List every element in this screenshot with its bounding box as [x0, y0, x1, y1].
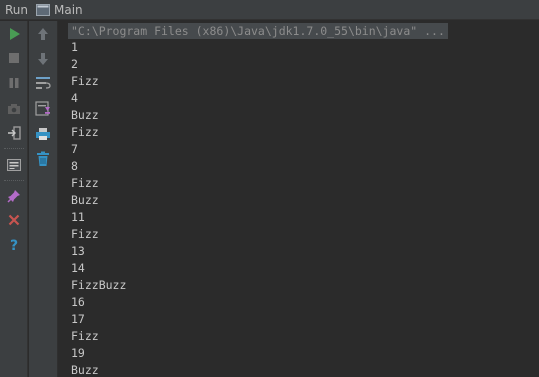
soft-wrap-icon — [36, 77, 51, 89]
next-occurrence-button[interactable] — [33, 49, 53, 69]
pin-tab-button[interactable] — [4, 186, 24, 206]
exit-icon — [8, 126, 21, 140]
output-line: 19 — [71, 346, 85, 360]
toolbar-separator — [4, 148, 24, 149]
stop-icon — [9, 53, 19, 63]
output-line: 7 — [71, 142, 78, 156]
output-line: 11 — [71, 210, 85, 224]
scroll-to-end-button[interactable] — [33, 99, 53, 119]
output-line: Fizz — [71, 176, 99, 190]
output-line: FizzBuzz — [71, 278, 127, 292]
rerun-button[interactable] — [4, 24, 24, 44]
settings-icon — [7, 159, 21, 171]
previous-occurrence-button[interactable] — [33, 24, 53, 44]
console-output-panel[interactable]: "C:\Program Files (x86)\Java\jdk1.7.0_55… — [59, 21, 539, 377]
print-button[interactable] — [33, 124, 53, 144]
application-tab-icon — [36, 3, 51, 16]
scroll-to-end-icon — [35, 101, 50, 116]
program-output: 1 2 Fizz 4 Buzz Fizz 7 8 Fizz Buzz 11 Fizz 13 14 FizzB… — [71, 39, 126, 377]
close-button[interactable] — [4, 210, 24, 230]
output-line: 1 — [71, 40, 78, 54]
settings-button[interactable] — [4, 155, 24, 175]
soft-wrap-button[interactable] — [33, 73, 53, 93]
output-line: Fizz — [71, 74, 99, 88]
arrow-down-icon — [38, 53, 48, 65]
output-line: 14 — [71, 261, 85, 275]
pause-button[interactable] — [4, 73, 24, 93]
clear-all-icon — [37, 151, 49, 166]
output-line: Buzz — [71, 193, 99, 207]
run-window-title: Run — [5, 2, 29, 17]
help-icon: ? — [10, 238, 18, 252]
output-line: 8 — [71, 159, 78, 173]
toolbar-separator — [4, 180, 24, 181]
output-line: Fizz — [71, 125, 99, 139]
close-icon — [8, 214, 20, 226]
pin-icon — [7, 190, 20, 203]
run-tool-window-header: Run Main — [0, 0, 539, 20]
output-line: 13 — [71, 244, 85, 258]
console-scrollbar[interactable] — [531, 21, 539, 377]
output-line: 2 — [71, 57, 78, 71]
exit-button[interactable] — [4, 123, 24, 143]
print-icon — [36, 128, 50, 140]
output-line: 16 — [71, 295, 85, 309]
run-actions-toolbar: ? — [0, 21, 28, 377]
run-config-tab-main[interactable]: Main — [54, 3, 83, 17]
arrow-up-icon — [38, 28, 48, 40]
dump-threads-icon — [8, 104, 20, 114]
run-icon — [10, 28, 20, 40]
console-actions-toolbar — [29, 21, 58, 377]
output-line: Buzz — [71, 108, 99, 122]
stop-button[interactable] — [4, 48, 24, 68]
output-line: Fizz — [71, 227, 99, 241]
output-line: Fizz — [71, 329, 99, 343]
pause-icon — [9, 78, 19, 88]
svg-text:?: ? — [10, 238, 18, 252]
output-line: 4 — [71, 91, 78, 105]
output-line: 17 — [71, 312, 85, 326]
output-line: Buzz — [71, 363, 99, 377]
java-command-line: "C:\Program Files (x86)\Java\jdk1.7.0_55… — [68, 23, 448, 39]
clear-all-button[interactable] — [33, 149, 53, 169]
dump-threads-button[interactable] — [4, 99, 24, 119]
help-button[interactable]: ? — [4, 235, 24, 255]
